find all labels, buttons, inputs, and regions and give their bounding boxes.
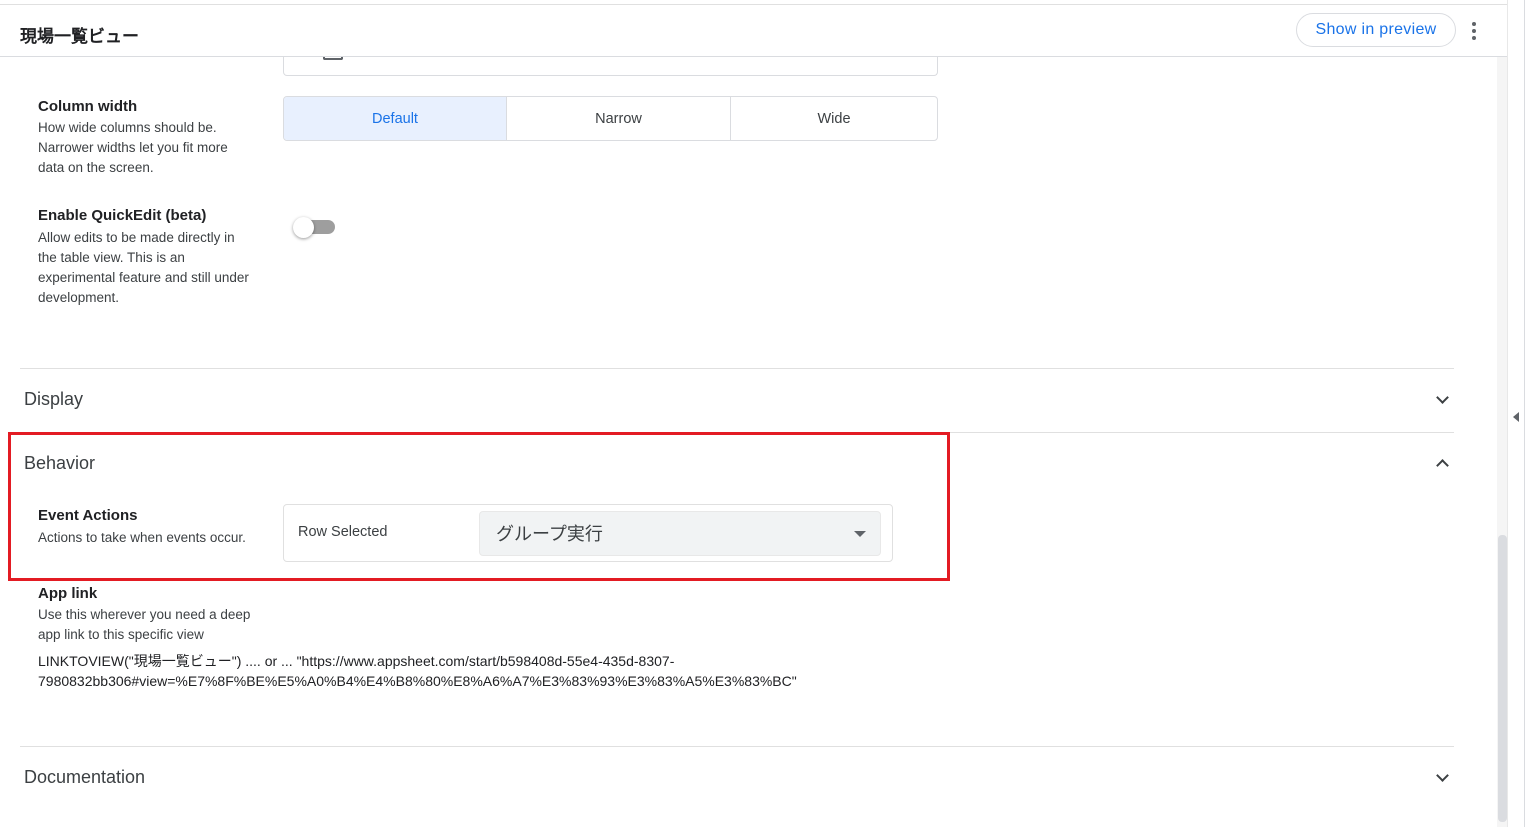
chevron-down-icon[interactable]: [1436, 391, 1449, 404]
description-line: the table view. This is an: [38, 250, 185, 265]
column-width-narrow[interactable]: Narrow: [507, 97, 731, 140]
description-line: experimental feature and still under: [38, 270, 249, 285]
description-line: data on the screen.: [38, 160, 154, 175]
column-width-default[interactable]: Default: [284, 97, 507, 140]
chevron-down-icon[interactable]: [1436, 769, 1449, 782]
chevron-up-icon[interactable]: [1436, 459, 1449, 472]
column-width-wide[interactable]: Wide: [731, 97, 937, 140]
description-line: Allow edits to be made directly in: [38, 230, 235, 245]
scrollbar-thumb[interactable]: [1498, 535, 1507, 822]
column-width-selector: Default Narrow Wide: [283, 96, 938, 141]
panel-divider-right: [1524, 0, 1525, 827]
app-link-label: App link: [38, 585, 98, 602]
description-line: How wide columns should be.: [38, 120, 217, 135]
description-line: Narrower widths let you fit more: [38, 140, 228, 155]
divider: [20, 368, 1454, 369]
app-link-line: LINKTOVIEW("現場一覧ビュー") .... or ... "https…: [38, 653, 675, 669]
quickedit-description: Allow edits to be made directly in the t…: [38, 228, 249, 308]
column-width-label: Column width: [38, 98, 138, 115]
collapse-panel-arrow-icon[interactable]: [1513, 412, 1519, 422]
app-link-value: LINKTOVIEW("現場一覧ビュー") .... or ... "https…: [38, 651, 797, 691]
description-line: app link to this specific view: [38, 627, 204, 642]
section-documentation-title[interactable]: Documentation: [24, 767, 145, 788]
column-width-description: How wide columns should be. Narrower wid…: [38, 118, 228, 178]
view-title: 現場一覧ビュー: [20, 27, 139, 46]
description-line: development.: [38, 290, 120, 305]
quickedit-label: Enable QuickEdit (beta): [38, 207, 207, 224]
view-header: 現場一覧ビュー Show in preview: [0, 5, 1507, 57]
panel-divider: [1507, 0, 1508, 827]
section-display-title[interactable]: Display: [24, 389, 83, 410]
quickedit-toggle-knob[interactable]: [293, 217, 314, 238]
description-line: Use this wherever you need a deep: [38, 607, 251, 622]
app-link-description: Use this wherever you need a deep app li…: [38, 605, 250, 645]
more-options-icon[interactable]: [1468, 19, 1480, 43]
app-link-line: 7980832bb306#view=%E7%8F%BE%E5%A0%B4%E4%…: [38, 673, 797, 689]
highlight-box: [8, 432, 950, 581]
show-in-preview-button[interactable]: Show in preview: [1296, 13, 1456, 47]
divider: [20, 746, 1454, 747]
